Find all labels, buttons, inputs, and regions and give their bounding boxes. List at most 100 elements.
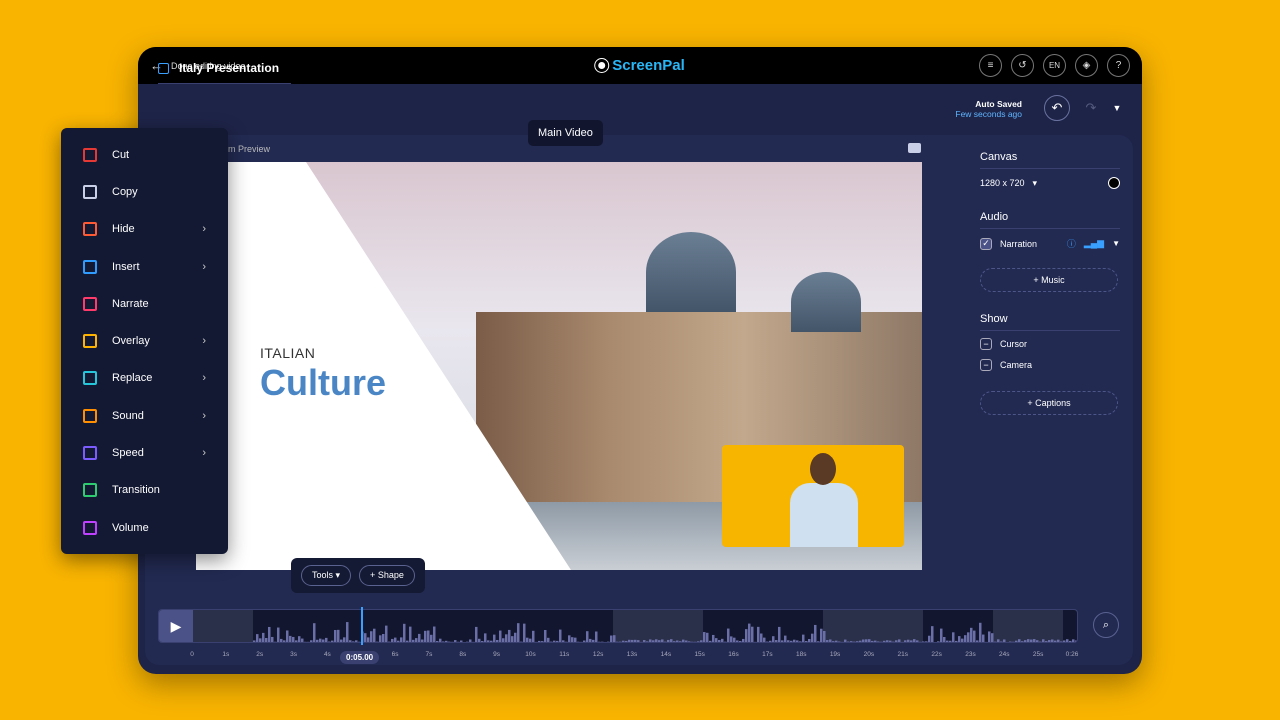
- microphone-icon: [83, 296, 97, 311]
- add-shape-button[interactable]: + Shape: [359, 565, 415, 586]
- add-captions-button[interactable]: + Captions: [980, 391, 1118, 415]
- camera-snapshot-icon[interactable]: [908, 143, 921, 153]
- waveform-bar: [394, 637, 397, 642]
- waveform-bar: [955, 640, 958, 642]
- playhead[interactable]: [361, 607, 363, 645]
- waveform-bar: [742, 638, 745, 642]
- waveform-bar: [343, 637, 346, 642]
- chevron-down-icon[interactable]: ▼: [1112, 239, 1120, 248]
- help-button[interactable]: ?: [1107, 54, 1130, 77]
- waveform-bar: [289, 635, 292, 642]
- waveform-bar: [907, 639, 910, 642]
- menu-item-copy[interactable]: Copy: [61, 173, 228, 210]
- waveform-bar: [475, 626, 478, 642]
- canvas-color-swatch[interactable]: [1108, 177, 1120, 189]
- waveform-bar: [1015, 640, 1018, 642]
- waveform-bar: [829, 639, 832, 642]
- tick-label: 22s: [931, 651, 942, 658]
- play-button[interactable]: ▶: [159, 610, 193, 642]
- waveform-bar: [418, 633, 421, 642]
- waveform-bar: [1021, 641, 1024, 642]
- waveform-bar: [439, 638, 442, 642]
- cursor-toggle[interactable]: −: [980, 338, 992, 350]
- canvas-size-dropdown[interactable]: 1280 x 720 ▾: [980, 177, 1120, 189]
- menu-item-cut[interactable]: Cut: [61, 136, 228, 173]
- presenter-image: [782, 453, 862, 547]
- redo-button[interactable]: ↷: [1078, 95, 1104, 121]
- timeline-zoom-button[interactable]: ⌕: [1093, 612, 1119, 638]
- waveform-bar: [643, 640, 646, 642]
- waveform-bar: [391, 638, 394, 642]
- chevron-right-icon: ›: [202, 372, 206, 385]
- waveform-bar: [673, 641, 676, 642]
- tick-label: 19s: [829, 651, 841, 658]
- waveform-bar: [850, 641, 853, 642]
- waveform-bar: [796, 640, 799, 642]
- waveform-bar: [553, 640, 556, 642]
- waveform-bar: [562, 640, 565, 642]
- menu-item-label: Hide: [112, 223, 135, 236]
- waveform-bar: [496, 639, 499, 642]
- main-panel: om Preview Main Video ITALIAN Culture To…: [145, 120, 1133, 665]
- waveform-bar: [817, 641, 820, 642]
- menu-item-sound[interactable]: Sound ›: [61, 397, 228, 434]
- checklist-icon[interactable]: ≡: [979, 54, 1002, 77]
- waveform-bar: [991, 633, 994, 642]
- menu-item-insert[interactable]: Insert ›: [61, 248, 228, 285]
- volume-icon: [83, 520, 97, 535]
- waveform-bar: [937, 641, 940, 642]
- narration-checkbox[interactable]: ✓: [980, 237, 992, 250]
- waveform-bar: [262, 632, 265, 642]
- waveform-bar: [748, 623, 751, 642]
- menu-item-label: Insert: [112, 260, 140, 273]
- waveform-bar: [637, 640, 640, 642]
- waveform-bar: [298, 636, 301, 642]
- menu-item-volume[interactable]: Volume: [61, 509, 228, 546]
- slide-title: Culture: [260, 362, 386, 403]
- undo-button[interactable]: ↶: [1044, 95, 1070, 121]
- cursor-row[interactable]: − Cursor: [980, 338, 1120, 350]
- tick-label: 4s: [323, 651, 331, 658]
- waveform-bar: [478, 638, 481, 642]
- menu-item-transition[interactable]: Transition: [61, 472, 228, 509]
- add-music-button[interactable]: + Music: [980, 268, 1118, 292]
- menu-item-replace[interactable]: Replace ›: [61, 360, 228, 397]
- menu-item-speed[interactable]: Speed ›: [61, 434, 228, 471]
- current-time: 0:05.00: [340, 651, 380, 664]
- waveform-bar: [811, 633, 814, 642]
- menu-item-overlay[interactable]: Overlay ›: [61, 322, 228, 359]
- chevron-right-icon: ›: [202, 335, 206, 348]
- waveform-bar: [256, 634, 259, 642]
- camera-row[interactable]: − Camera: [980, 359, 1120, 371]
- menu-item-label: Sound: [112, 409, 144, 422]
- layers-icon[interactable]: ◈: [1075, 54, 1098, 77]
- waveform-bar: [277, 627, 280, 642]
- timeline[interactable]: ▶: [158, 609, 1078, 643]
- waveform-bar: [844, 639, 847, 642]
- volume-level-icon[interactable]: ▂▄▆: [1084, 238, 1104, 249]
- project-title[interactable]: Italy Presentation: [158, 61, 291, 84]
- tick-label: 13s: [626, 651, 638, 658]
- waveform-bar: [313, 623, 316, 642]
- waveform-bar: [973, 630, 976, 642]
- camera-toggle[interactable]: −: [980, 359, 992, 371]
- waveform-bar: [802, 634, 805, 642]
- menu-item-hide[interactable]: Hide ›: [61, 211, 228, 248]
- menu-item-narrate[interactable]: Narrate: [61, 285, 228, 322]
- tick-label: 15s: [694, 651, 705, 658]
- waveform-bar: [586, 631, 589, 642]
- waveform-bar: [775, 640, 778, 642]
- history-dropdown[interactable]: ▼: [1104, 95, 1130, 121]
- tools-dropdown[interactable]: Tools ▾: [301, 565, 352, 586]
- video-preview[interactable]: ITALIAN Culture: [196, 162, 922, 570]
- history-icon[interactable]: ↺: [1011, 54, 1034, 77]
- waveform-bar: [325, 637, 328, 642]
- webcam-overlay[interactable]: [722, 445, 904, 547]
- info-icon[interactable]: ⓘ: [1067, 237, 1076, 250]
- waveform-bar: [436, 641, 439, 642]
- waveform-bar: [778, 626, 781, 642]
- language-button[interactable]: EN: [1043, 54, 1066, 77]
- waveform-bar: [799, 641, 802, 642]
- waveform-bar: [1063, 640, 1066, 642]
- layers-icon: [83, 334, 97, 349]
